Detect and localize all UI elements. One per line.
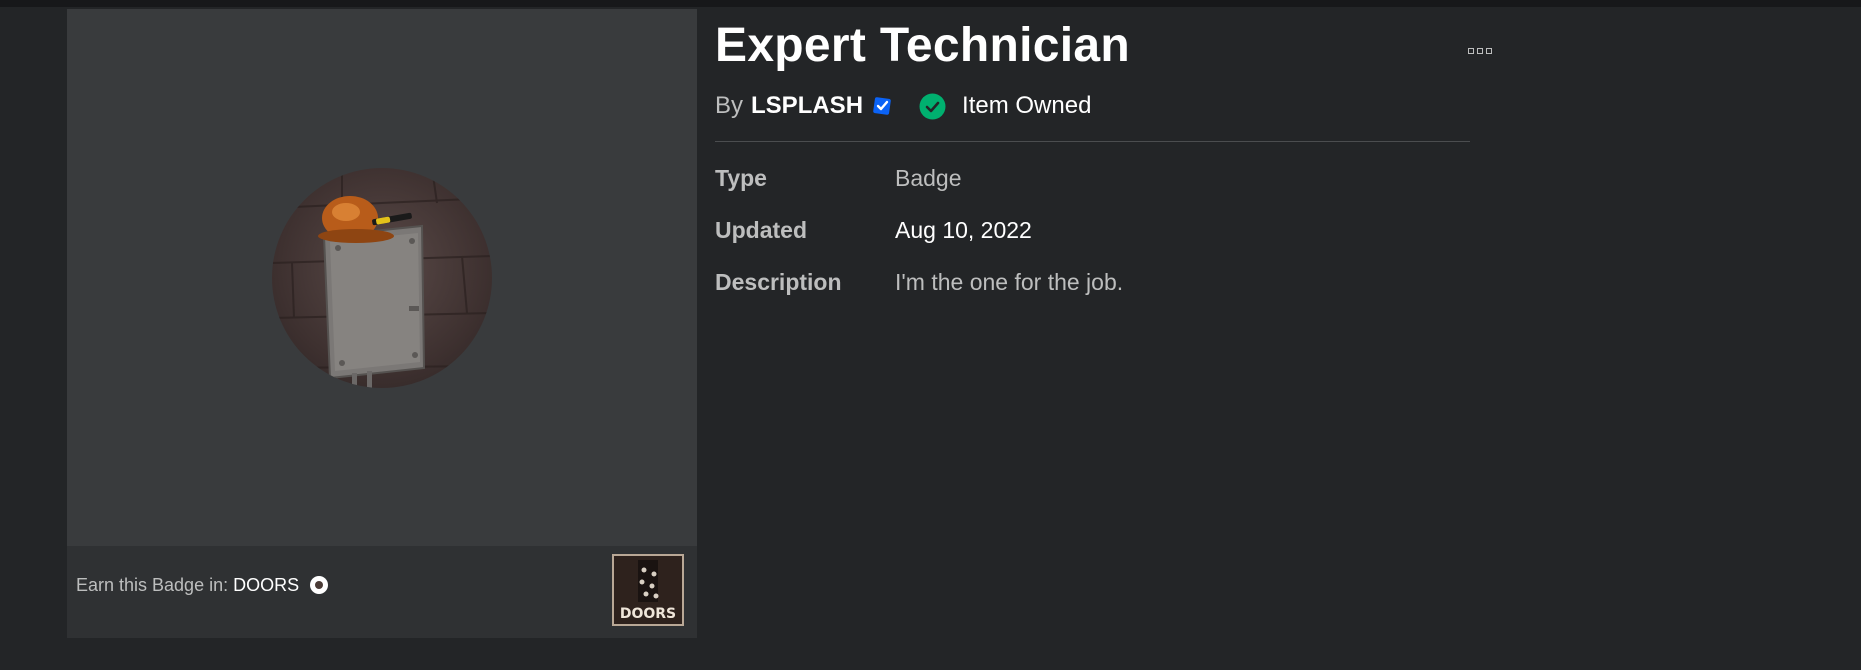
item-owned-label: Item Owned [962,92,1092,119]
earn-badge-text: Earn this Badge in: DOORS [76,575,329,596]
badge-thumbnail-panel: Earn this Badge in: DOORS DOORS [67,9,697,638]
checkmark-circle-icon [919,93,946,120]
game-thumb-logo: DOORS [620,606,676,622]
creator-byline: By LSPLASH Item Owned [715,92,1091,120]
page-title: Expert Technician [715,19,1130,72]
by-label: By [715,92,744,119]
game-indicator-icon [310,576,329,594]
earn-prefix: Earn this Badge in: [76,575,229,595]
type-label: Type [715,165,767,191]
item-details-page: Earn this Badge in: DOORS DOORS Expert T… [0,7,1861,670]
updated-label: Updated [715,217,807,243]
updated-value: Aug 10, 2022 [895,217,1032,243]
top-bar [0,0,1861,7]
earn-badge-bar: Earn this Badge in: DOORS DOORS [67,546,697,638]
creator-link[interactable]: LSPLASH [751,92,863,120]
description-value: I'm the one for the job. [895,269,1124,295]
game-link[interactable]: DOORS [233,575,299,595]
type-value: Badge [895,165,962,191]
divider [715,141,1470,142]
more-options-icon[interactable] [1468,44,1498,58]
description-label: Description [715,269,842,295]
badge-image-area [67,9,697,546]
game-thumbnail[interactable]: DOORS [612,554,684,626]
badge-image [272,168,492,388]
verified-badge-icon [871,95,893,117]
